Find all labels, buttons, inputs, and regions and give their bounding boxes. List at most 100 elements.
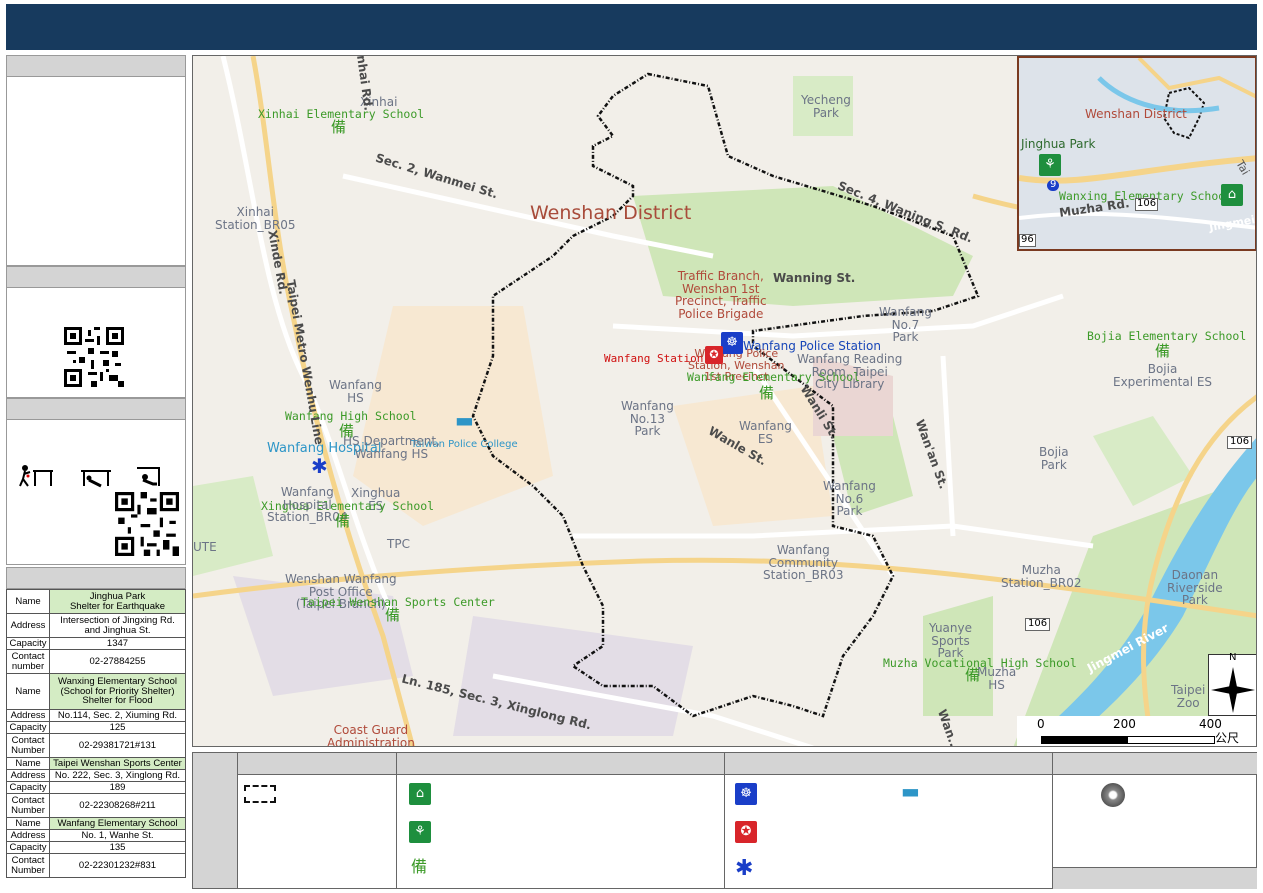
yecheng-park-label: Yecheng Park — [801, 93, 851, 120]
bojia-exp-label: Bojia Experimental ES — [1113, 362, 1213, 389]
scale-unit-label: 公尺 — [1215, 731, 1240, 745]
compass-icon — [1211, 667, 1255, 713]
fire-station-icon[interactable]: ✪ — [705, 346, 723, 364]
legend: ⌂ ⚘ 備 ☸ ✪ ✱ ▬ — [192, 752, 1257, 889]
flood-shelter-icon: ⌂ — [409, 783, 431, 805]
table-key-capacity: Capacity — [6, 637, 50, 650]
flood-shelter-icon[interactable]: ⌂ — [1221, 184, 1243, 206]
scale-bar: 0 200 400 公尺 — [1017, 716, 1256, 746]
wanfang-hs-dept-label: HS Department, Wanfang HS — [343, 434, 440, 461]
sidebar-panel-2 — [6, 288, 186, 398]
shelter-1-capacity: 1347 — [49, 637, 186, 650]
scale-segment-2 — [1127, 736, 1215, 744]
muzha-hs-label: Muzha HS — [977, 665, 1017, 692]
fire-station-icon: ✪ — [735, 821, 757, 843]
reserve-shelter-icon: 備 — [411, 857, 428, 876]
sidebar-panel-3 — [6, 420, 186, 565]
legend-col-shelters: ⌂ ⚘ 備 — [396, 753, 725, 888]
sidebar-header-1 — [6, 55, 186, 77]
bojia-park-label: Bojia Park — [1039, 445, 1069, 472]
qr-code-icon[interactable] — [64, 327, 124, 387]
shelter-4-address: No. 1, Wanhe St. — [49, 829, 186, 842]
inset-route-96: 96 — [1019, 234, 1036, 247]
shelter-4-contact: 02-22301232#831 — [49, 853, 186, 878]
muzha-station-label: Muzha Station_BR02 — [1001, 563, 1082, 590]
daonan-label: Daonan Riverside Park — [1167, 568, 1223, 608]
earthquake-cover-icon — [81, 470, 111, 488]
legend-head-facilities — [725, 753, 1053, 775]
shelter-1-contact: 02-27884255 — [49, 649, 186, 674]
legend-footer — [1053, 867, 1257, 889]
wanfang-no7-label: Wanfang No.7 Park — [879, 305, 932, 345]
reserve-shelter-icon[interactable]: 備 — [335, 513, 350, 530]
shelter-2-capacity: 125 — [49, 721, 186, 734]
boundary-legend-icon — [244, 785, 276, 803]
shelter-2-address: No.114, Sec. 2, Xiuming Rd. — [49, 709, 186, 722]
inset-route-106: 106 — [1135, 198, 1159, 211]
shelter-info-table: Name Jinghua Park Shelter for Earthquake … — [6, 589, 186, 878]
shelter-2-name: Wanxing Elementary School (School for Pr… — [49, 673, 186, 710]
reserve-shelter-icon[interactable]: 備 — [385, 607, 400, 624]
inset-map[interactable]: Wenshan District Jinghua Park ⚘ Wanxing … — [1017, 56, 1256, 251]
reserve-shelter-icon[interactable]: 備 — [965, 667, 980, 684]
ute-label: UTE — [193, 540, 217, 554]
wanfang-high-label: Wanfang High School — [285, 409, 417, 423]
earthquake-hold-icon — [137, 467, 160, 486]
shelter-4-name: Wanfang Elementary School — [49, 817, 186, 830]
scale-label-400: 400 — [1199, 717, 1222, 731]
wanfang-no6-label: Wanfang No.6 Park — [823, 479, 876, 519]
table-key-name: Name — [6, 817, 50, 830]
table-key-contact: Contact Number — [6, 793, 50, 818]
earthquake-shelter-icon[interactable]: ⚘ — [1039, 154, 1061, 176]
table-key-capacity: Capacity — [6, 781, 50, 794]
taipei-zoo-label: Taipei Zoo — [1171, 683, 1206, 710]
inset-route-9: 9 — [1047, 179, 1060, 191]
scale-label-200: 200 — [1113, 717, 1136, 731]
wanning-label: Wanning St. — [773, 271, 856, 285]
table-key-contact: Contact Number — [6, 853, 50, 878]
yuanye-label: Yuanye Sports Park — [929, 621, 973, 661]
reserve-shelter-icon[interactable]: 備 — [331, 119, 346, 136]
table-key-address: Address — [6, 769, 50, 782]
district-label: Wenshan District — [530, 202, 692, 224]
xinhai-station-label: Xinhai Station_BR05 — [215, 205, 296, 232]
shelter-3-address: No. 222, Sec. 3, Xinglong Rd. — [49, 769, 186, 782]
tpc-label: TPC — [387, 537, 410, 551]
reserve-shelter-icon[interactable]: 備 — [1155, 343, 1170, 360]
earthquake-drop-icon — [19, 465, 53, 487]
metro-station-icon — [1101, 783, 1125, 807]
route-106-badge: 106 — [1227, 436, 1253, 449]
sidebar-panel-1 — [6, 77, 186, 266]
legend-head-boundary — [238, 753, 397, 775]
legend-head-shelters — [397, 753, 725, 775]
shelter-1-name: Jinghua Park Shelter for Earthquake — [49, 589, 186, 614]
reserve-shelter-icon[interactable]: 備 — [339, 423, 354, 440]
sidebar-header-2 — [6, 266, 186, 288]
compass-n-label: N — [1229, 652, 1237, 663]
table-key-name: Name — [6, 589, 50, 614]
title-bar — [6, 4, 1257, 50]
table-key-address: Address — [6, 613, 50, 638]
hospital-icon[interactable]: ✱ — [311, 456, 328, 477]
qr-code-icon-2[interactable] — [115, 492, 179, 556]
shelter-3-capacity: 189 — [49, 781, 186, 794]
scale-label-0: 0 — [1037, 717, 1045, 731]
wanfang-no13-label: Wanfang No.13 Park — [621, 399, 674, 439]
shelter-3-contact: 02-22308268#211 — [49, 793, 186, 818]
inset-jinghua-label: Jinghua Park — [1021, 137, 1096, 151]
wanfang-reading-label: Wanfang Reading Room, Taipei City Librar… — [797, 352, 903, 392]
reserve-shelter-icon[interactable]: 備 — [759, 385, 774, 402]
table-key-name: Name — [6, 673, 50, 710]
police-station-icon[interactable]: ☸ — [721, 332, 743, 354]
table-key-contact: Contact Number — [6, 733, 50, 758]
main-map[interactable]: Xinhai Elementary School Xinhai Xinhai S… — [192, 55, 1257, 747]
table-key-address: Address — [6, 709, 50, 722]
legend-head-other — [1053, 753, 1257, 775]
north-arrow: N — [1208, 652, 1256, 716]
legend-col-facilities: ☸ ✪ ✱ ▬ — [724, 753, 1053, 888]
table-key-contact: Contact number — [6, 649, 50, 674]
hospital-icon: ✱ — [735, 856, 754, 881]
traffic-branch-label: Traffic Branch, Wenshan 1st Precinct, Tr… — [675, 269, 767, 321]
police-college-icon[interactable]: ▬ — [455, 410, 474, 431]
coast-guard-label: Coast Guard Administration — [327, 723, 415, 747]
